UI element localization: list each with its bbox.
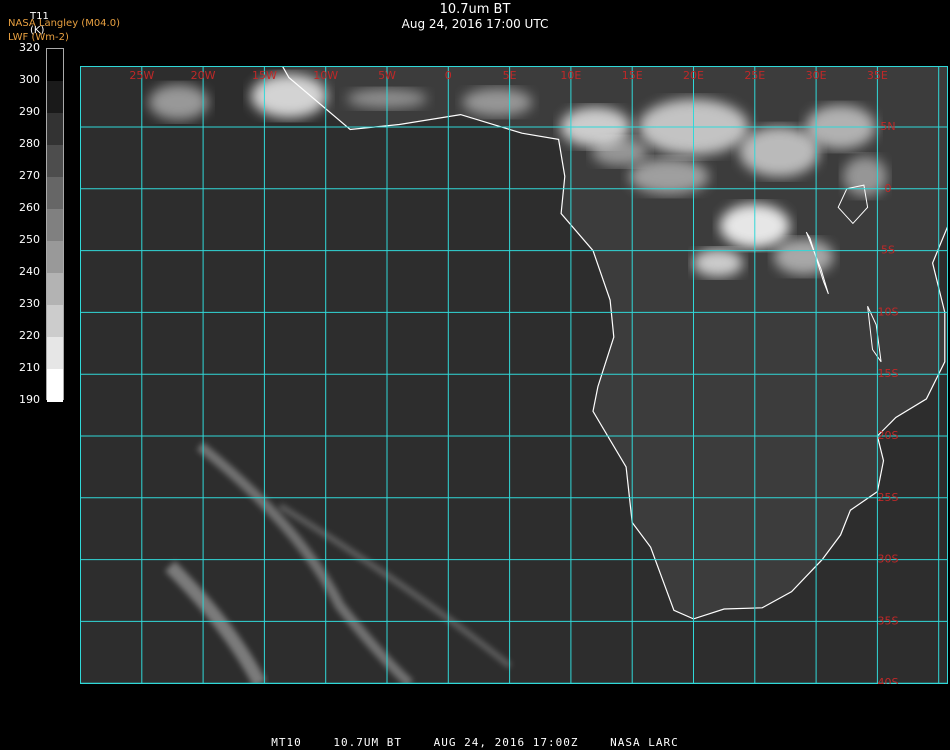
title-block: 10.7um BT Aug 24, 2016 17:00 UTC bbox=[0, 2, 950, 32]
colorbar-segment bbox=[47, 81, 63, 114]
colorbar-label: 220 bbox=[19, 329, 40, 342]
cloud-mass bbox=[462, 88, 533, 117]
colorbar-segment bbox=[47, 113, 63, 146]
longitude-label: 10E bbox=[560, 69, 581, 82]
footer-agency: NASA LARC bbox=[610, 736, 679, 749]
cloud-mass bbox=[693, 248, 744, 277]
longitude-label: 0 bbox=[445, 69, 452, 82]
colorbar-segment bbox=[47, 177, 63, 210]
longitude-label: 15E bbox=[622, 69, 643, 82]
image-timestamp: Aug 24, 2016 17:00 UTC bbox=[401, 17, 549, 31]
latitude-label: 35S bbox=[878, 614, 899, 627]
footer-datetime: AUG 24, 2016 17:00Z bbox=[433, 736, 579, 749]
latitude-label: 5N bbox=[880, 120, 895, 133]
colorbar bbox=[46, 48, 64, 402]
credit-source: NASA Langley (M04.0) bbox=[8, 18, 120, 29]
footer-satellite: MT10 bbox=[271, 736, 302, 749]
longitude-label: 15W bbox=[252, 69, 277, 82]
longitude-label: 5E bbox=[503, 69, 517, 82]
longitude-label: 25W bbox=[129, 69, 154, 82]
latitude-label: 5S bbox=[881, 244, 895, 257]
colorbar-label: 250 bbox=[19, 233, 40, 246]
latitude-label: 0 bbox=[885, 182, 892, 195]
cloud-mass bbox=[148, 84, 209, 121]
colorbar-segment bbox=[47, 305, 63, 338]
colorbar-segment bbox=[47, 273, 63, 306]
footer-channel: 10.7UM BT bbox=[333, 736, 403, 749]
colorbar-unit: (K) bbox=[30, 25, 45, 36]
footer-info: MT10 10.7UM BT AUG 24, 2016 17:00Z NASA … bbox=[0, 736, 950, 749]
colorbar-variable: T11 bbox=[30, 11, 49, 22]
latitude-label: 25S bbox=[878, 491, 899, 504]
longitude-label: 10W bbox=[313, 69, 338, 82]
colorbar-label: 290 bbox=[19, 105, 40, 118]
latitude-label: 20S bbox=[878, 429, 899, 442]
colorbar-label: 280 bbox=[19, 137, 40, 150]
colorbar-segment bbox=[47, 241, 63, 274]
cloud-band bbox=[278, 503, 512, 669]
colorbar-label: 320 bbox=[19, 41, 40, 54]
cloud-mass bbox=[739, 126, 820, 177]
longitude-label: 5W bbox=[378, 69, 396, 82]
colorbar-segment bbox=[47, 145, 63, 178]
cloud-mass bbox=[773, 238, 834, 275]
cloud-band bbox=[165, 561, 267, 684]
colorbar-label: 240 bbox=[19, 265, 40, 278]
colorbar-segment bbox=[47, 209, 63, 242]
land-layer bbox=[282, 66, 948, 619]
latitude-label: 40S bbox=[878, 676, 899, 684]
colorbar-segment bbox=[47, 369, 63, 402]
colorbar-label: 210 bbox=[19, 361, 40, 374]
longitude-label: 35E bbox=[867, 69, 888, 82]
colorbar-label: 190 bbox=[19, 393, 40, 406]
map-canvas: 25W 20W 15W 10W 5W 0 5E 10E 15E 20E 25E 30E 35E 5N 0 5S… bbox=[80, 66, 948, 684]
longitude-label: 20W bbox=[191, 69, 216, 82]
image-title: 10.7um BT bbox=[439, 2, 511, 17]
longitude-label: 30E bbox=[806, 69, 827, 82]
satellite-map: 25W 20W 15W 10W 5W 0 5E 10E 15E 20E 25E 30E 35E 5N 0 5S… bbox=[80, 66, 948, 684]
colorbar-label: 270 bbox=[19, 169, 40, 182]
colorbar-segment bbox=[47, 49, 63, 82]
colorbar-label: 260 bbox=[19, 201, 40, 214]
cloud-mass bbox=[591, 137, 648, 166]
colorbar-label: 230 bbox=[19, 297, 40, 310]
latitude-label: 30S bbox=[878, 553, 899, 566]
colorbar-segment bbox=[47, 337, 63, 370]
longitude-label: 20E bbox=[683, 69, 704, 82]
latitude-label: 10S bbox=[878, 305, 899, 318]
longitude-label: 25E bbox=[744, 69, 765, 82]
latitude-label: 15S bbox=[878, 367, 899, 380]
colorbar-label: 300 bbox=[19, 73, 40, 86]
